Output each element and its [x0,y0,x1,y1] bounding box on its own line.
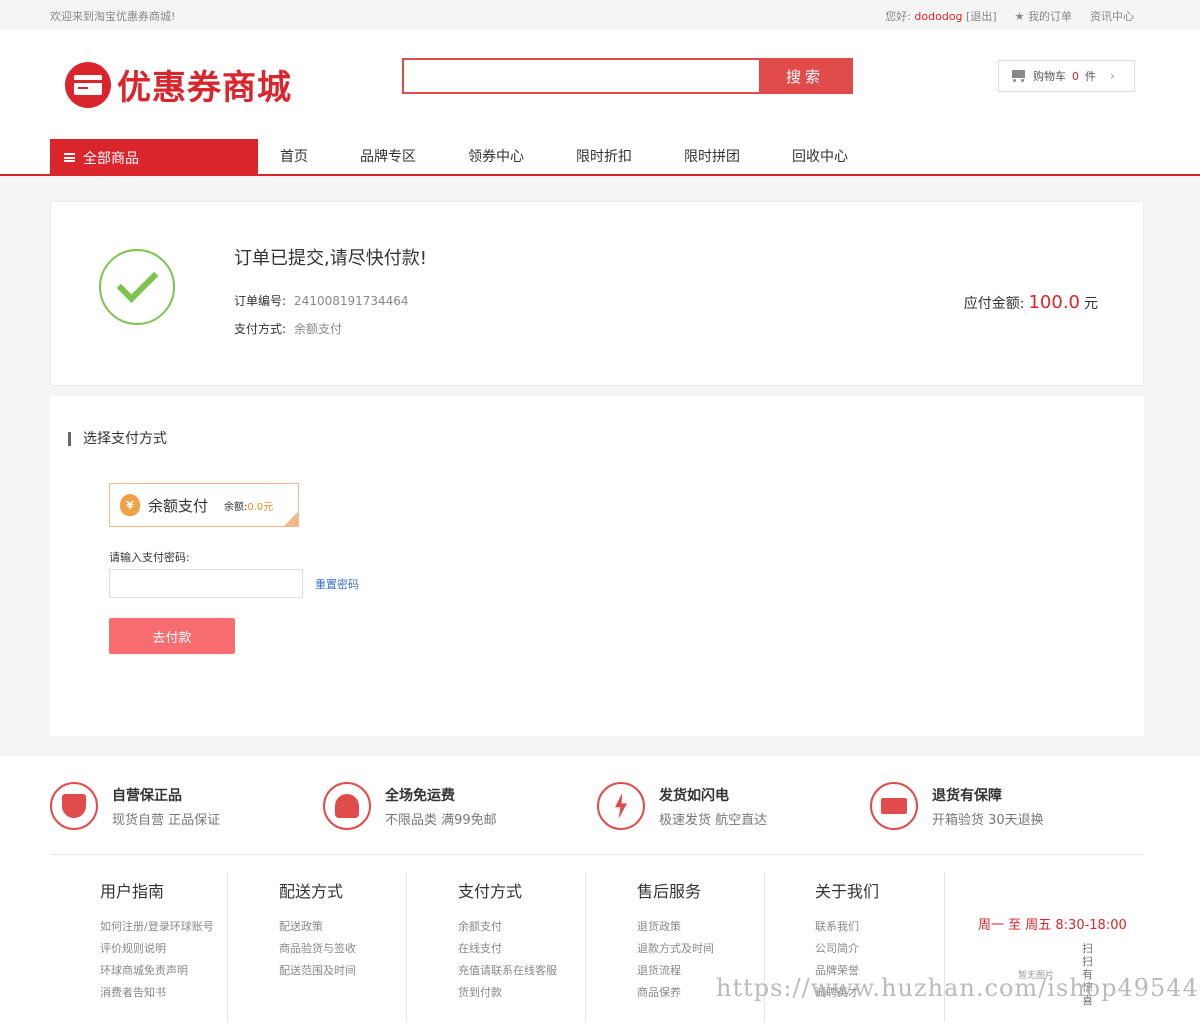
logout-link[interactable]: [退出] [966,10,997,23]
footer-link[interactable]: 在线支付 [458,938,585,960]
amount-due: 应付金额: 100.0 元 [963,292,1098,313]
site-header: 优惠券商城 搜索 购物车 0 件 › 全部商品 首页 品牌专区 领券中心 限时折… [0,30,1200,176]
pay-button[interactable]: 去付款 [109,618,235,654]
cart-label: 购物车 [1033,70,1066,83]
money-bag-icon: ¥ [120,494,140,516]
pay-option-name: 余额支付 [148,496,209,515]
logo-text: 优惠券商城 [117,68,292,108]
footer-col-payment: 支付方式 余额支付 在线支付 充值请联系在线客服 货到付款 [458,872,586,1022]
order-method-row: 支付方式: 余额支付 [234,322,343,336]
cart-button[interactable]: 购物车 0 件 › [998,60,1135,92]
footer-link[interactable]: 货到付款 [458,982,585,1004]
cart-unit: 件 [1085,70,1096,83]
top-bar: 欢迎来到淘宝优惠券商城! 您好: dododog [退出] ★ 我的订单 资讯中… [0,0,1200,30]
cart-count: 0 [1072,69,1079,83]
guarantee-item: 全场免运费 不限品类 满99免邮 [323,782,497,830]
search-button[interactable]: 搜索 [759,60,851,92]
user-greeting: 您好: dododog [退出] [885,10,997,23]
news-center-link[interactable]: 资讯中心 [1090,8,1134,24]
footer-col-guide: 用户指南 如何注册/登录环球账号 评价规则说明 环球商城免责声明 消费者告知书 [100,872,228,1022]
footer-link[interactable]: 环球商城免责声明 [100,960,227,982]
footer-link[interactable]: 退货政策 [637,916,764,938]
menu-icon [64,153,75,162]
success-check-icon [99,249,175,325]
footer-link[interactable]: 联系我们 [815,916,944,938]
nav-home[interactable]: 首页 [258,139,330,176]
main-nav: 全部商品 首页 品牌专区 领券中心 限时折扣 限时拼团 回收中心 [0,139,1200,176]
nav-brands[interactable]: 品牌专区 [338,139,438,176]
guarantee-item: 自营保正品 现货自营 正品保证 [50,782,220,830]
footer-link[interactable]: 余额支付 [458,916,585,938]
amount-value: 100.0 [1028,292,1080,313]
pay-password-input[interactable] [109,569,303,598]
footer-link[interactable]: 配送范围及时间 [279,960,406,982]
guarantee-item: 发货如闪电 极速发货 航空直达 [597,782,767,830]
payment-panel: 选择支付方式 ¥ 余额支付 余额:0.0元 请输入支付密码: 重置密码 去付款 [50,396,1144,736]
balance-info: 余额:0.0元 [224,501,274,513]
nav-coupons[interactable]: 领券中心 [446,139,546,176]
shield-icon [50,782,98,830]
search-input[interactable] [404,60,759,92]
guarantee-strip: 自营保正品 现货自营 正品保证 全场免运费 不限品类 满99免邮 发货如闪电 极速发货… [50,782,1144,832]
star-icon: ★ [1014,10,1025,23]
order-number: 241008191734464 [294,294,409,308]
footer-link[interactable]: 退款方式及时间 [637,938,764,960]
top-bar-links: 您好: dododog [退出] ★ 我的订单 资讯中心 [885,8,1134,24]
lightning-icon [597,782,645,830]
footer-link[interactable]: 消费者告知书 [100,982,227,1004]
all-goods-menu[interactable]: 全部商品 [50,139,258,176]
nav-recycle[interactable]: 回收中心 [770,139,870,176]
footer-divider [50,854,1144,855]
password-label: 请输入支付密码: [109,551,190,564]
reset-password-link[interactable]: 重置密码 [315,576,359,592]
footer-link[interactable]: 公司简介 [815,938,944,960]
welcome-text: 欢迎来到淘宝优惠券商城! [50,10,176,23]
order-summary-panel: 订单已提交,请尽快付款! 订单编号: 241008191734464 支付方式: 余… [50,201,1144,386]
nav-group-buy[interactable]: 限时拼团 [662,139,762,176]
nav-discount[interactable]: 限时折扣 [554,139,654,176]
search-bar: 搜索 [402,58,853,94]
truck-icon [870,782,918,830]
footer-link[interactable]: 商品验货与签收 [279,938,406,960]
guarantee-item: 退货有保障 开箱验货 30天退换 [870,782,1044,830]
order-method: 余额支付 [294,322,343,336]
section-title: 选择支付方式 [68,432,167,446]
footer-link[interactable]: 配送政策 [279,916,406,938]
footer-col-delivery: 配送方式 配送政策 商品验货与签收 配送范围及时间 [279,872,407,1022]
card-logo-icon [65,61,111,108]
hands-heart-icon [323,782,371,830]
footer-link[interactable]: 评价规则说明 [100,938,227,960]
selected-corner-icon [284,512,298,526]
service-hours: 周一 至 周五 8:30-18:00 [978,918,1127,933]
chevron-right-icon: › [1110,69,1115,83]
site-logo[interactable]: 优惠券商城 [65,60,292,109]
order-number-row: 订单编号: 241008191734464 [234,294,409,308]
nav-links: 首页 品牌专区 领券中心 限时折扣 限时拼团 回收中心 [258,139,878,176]
balance-pay-option[interactable]: ¥ 余额支付 余额:0.0元 [109,483,299,527]
order-title: 订单已提交,请尽快付款! [234,248,427,269]
username-link[interactable]: dododog [914,10,962,23]
watermark-text: https://www.huzhan.com/ishop49544 [716,974,1199,1002]
footer-link[interactable]: 如何注册/登录环球账号 [100,916,227,938]
cart-icon [1009,69,1027,83]
footer-link[interactable]: 充值请联系在线客服 [458,960,585,982]
my-orders-link[interactable]: ★ 我的订单 [1015,8,1072,24]
site-footer: 自营保正品 现货自营 正品保证 全场免运费 不限品类 满99免邮 发货如闪电 极速发货… [0,756,1200,1030]
